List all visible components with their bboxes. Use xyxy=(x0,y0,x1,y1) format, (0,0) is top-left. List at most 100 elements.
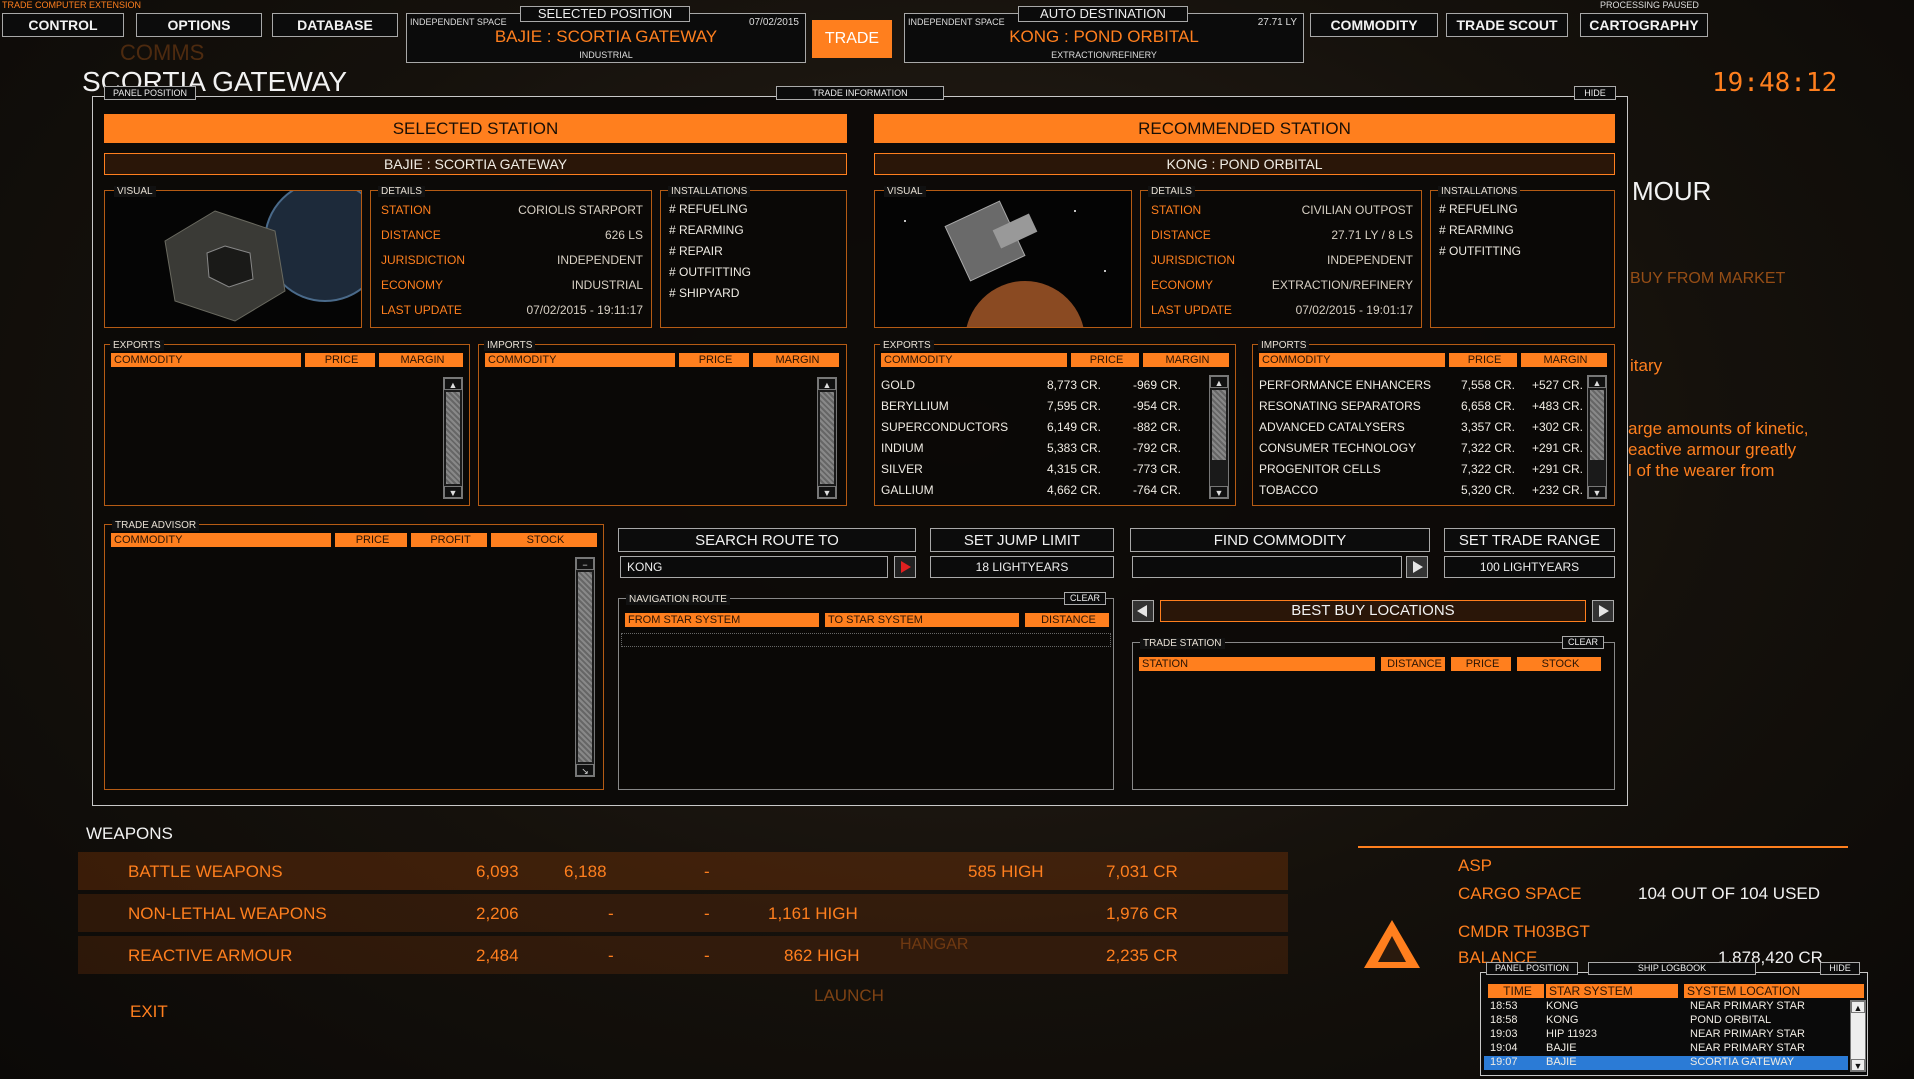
table-row[interactable]: GOLD 8,773 CR. -969 CR. xyxy=(881,375,1181,395)
exit-button[interactable]: EXIT xyxy=(130,1002,168,1022)
scroll-up-icon[interactable]: ▲ xyxy=(444,378,462,390)
selected-visual xyxy=(104,180,386,328)
col-price[interactable]: PRICE xyxy=(305,353,375,367)
log-row[interactable]: 19:03 HIP 11923 NEAR PRIMARY STAR xyxy=(1484,1028,1848,1042)
scroll-up-icon[interactable]: ▲ xyxy=(1210,376,1228,388)
find-commodity-button[interactable]: FIND COMMODITY xyxy=(1130,528,1430,552)
col-margin[interactable]: MARGIN xyxy=(753,353,839,367)
scroll-up-icon[interactable]: ▲ xyxy=(818,378,836,390)
nav-clear-button[interactable]: CLEAR xyxy=(1064,592,1106,605)
col-price[interactable]: PRICE xyxy=(1451,657,1511,671)
col-commodity[interactable]: COMMODITY xyxy=(111,533,331,547)
table-row[interactable]: GALLIUM 4,662 CR. -764 CR. xyxy=(881,480,1181,500)
trade-range-input[interactable]: 100 LIGHTYEARS xyxy=(1444,556,1615,578)
best-clear-button[interactable]: CLEAR xyxy=(1562,636,1604,649)
weapons-row[interactable]: REACTIVE ARMOUR 2,484 - - 862 HIGH 2,235… xyxy=(78,936,1288,974)
search-route-input[interactable]: KONG xyxy=(620,556,888,578)
col-price[interactable]: PRICE xyxy=(679,353,749,367)
launch-button[interactable]: LAUNCH xyxy=(814,986,884,1006)
col-profit[interactable]: PROFIT xyxy=(411,533,487,547)
col-commodity[interactable]: COMMODITY xyxy=(1259,353,1445,367)
scroll-up-icon[interactable]: ▲ xyxy=(1588,376,1606,388)
panel-hide-button[interactable]: HIDE xyxy=(1574,86,1616,100)
scroll-down-icon[interactable]: ▼ xyxy=(1588,486,1606,498)
weapons-row[interactable]: BATTLE WEAPONS 6,093 6,188 - 585 HIGH 7,… xyxy=(78,852,1288,890)
col-time[interactable]: TIME xyxy=(1488,984,1544,998)
scrollbar[interactable]: − ↘ xyxy=(575,557,595,777)
cargo-label: CARGO SPACE xyxy=(1458,884,1582,903)
col-price[interactable]: PRICE xyxy=(1071,353,1139,367)
col-distance[interactable]: DISTANCE xyxy=(1025,613,1109,627)
set-trade-range-button[interactable]: SET TRADE RANGE xyxy=(1444,528,1615,552)
find-commodity-go-icon[interactable] xyxy=(1406,556,1428,578)
col-commodity[interactable]: COMMODITY xyxy=(881,353,1067,367)
col-star-system[interactable]: STAR SYSTEM xyxy=(1546,984,1678,998)
scroll-down-icon[interactable]: ▼ xyxy=(1851,1059,1865,1071)
col-from[interactable]: FROM STAR SYSTEM xyxy=(625,613,819,627)
col-stock[interactable]: STOCK xyxy=(1517,657,1601,671)
table-row[interactable]: PROGENITOR CELLS 7,322 CR. +291 CR. xyxy=(1259,459,1583,479)
best-buy-next-icon[interactable] xyxy=(1592,600,1614,622)
scroll-thumb[interactable] xyxy=(578,572,592,762)
col-stock[interactable]: STOCK xyxy=(491,533,597,547)
panel-position-tab[interactable]: PANEL POSITION xyxy=(104,86,196,100)
scrollbar[interactable]: ▲ ▼ xyxy=(443,377,463,499)
log-row-selected[interactable]: 19:07 BAJIE SCORTIA GATEWAY xyxy=(1484,1056,1848,1070)
table-row[interactable]: SUPERCONDUCTORS 6,149 CR. -882 CR. xyxy=(881,417,1181,437)
trade-scout-button[interactable]: TRADE SCOUT xyxy=(1446,13,1568,37)
col-price[interactable]: PRICE xyxy=(335,533,407,547)
logbook-hide-button[interactable]: HIDE xyxy=(1820,962,1860,975)
set-jump-limit-button[interactable]: SET JUMP LIMIT xyxy=(930,528,1114,552)
logbook-position-tab[interactable]: PANEL POSITION xyxy=(1486,962,1578,975)
table-row[interactable]: TOBACCO 5,320 CR. +232 CR. xyxy=(1259,480,1583,500)
log-row[interactable]: 19:04 BAJIE NEAR PRIMARY STAR xyxy=(1484,1042,1848,1056)
col-commodity[interactable]: COMMODITY xyxy=(485,353,675,367)
buy-from-market[interactable]: BUY FROM MARKET xyxy=(1630,270,1785,288)
scroll-up-icon[interactable]: ▲ xyxy=(1851,1001,1865,1013)
cartography-button[interactable]: CARTOGRAPHY xyxy=(1580,13,1708,37)
col-system-location[interactable]: SYSTEM LOCATION xyxy=(1684,984,1864,998)
scroll-down-icon[interactable]: ▼ xyxy=(818,486,836,498)
table-row[interactable]: ADVANCED CATALYSERS 3,357 CR. +302 CR. xyxy=(1259,417,1583,437)
scroll-thumb[interactable] xyxy=(1212,390,1226,460)
scroll-thumb[interactable] xyxy=(1590,390,1604,460)
jump-limit-input[interactable]: 18 LIGHTYEARS xyxy=(930,556,1114,578)
commodity-button[interactable]: COMMODITY xyxy=(1310,13,1438,37)
database-button[interactable]: DATABASE xyxy=(272,13,398,37)
scroll-up-icon[interactable]: − xyxy=(576,558,594,570)
col-margin[interactable]: MARGIN xyxy=(1521,353,1607,367)
logbook-scrollbar[interactable]: ▲ ▼ xyxy=(1850,1000,1866,1072)
best-buy-prev-icon[interactable] xyxy=(1132,600,1154,622)
col-to[interactable]: TO STAR SYSTEM xyxy=(825,613,1019,627)
log-row[interactable]: 18:53 KONG NEAR PRIMARY STAR xyxy=(1484,1000,1848,1014)
table-row[interactable]: SILVER 4,315 CR. -773 CR. xyxy=(881,459,1181,479)
scrollbar[interactable]: ▲ ▼ xyxy=(1209,375,1229,499)
search-route-button[interactable]: SEARCH ROUTE TO xyxy=(618,528,916,552)
log-row[interactable]: 18:58 KONG POND ORBITAL xyxy=(1484,1014,1848,1028)
scrollbar[interactable]: ▲ ▼ xyxy=(1587,375,1607,499)
col-station[interactable]: STATION xyxy=(1139,657,1375,671)
scrollbar[interactable]: ▲ ▼ xyxy=(817,377,837,499)
table-row[interactable]: INDIUM 5,383 CR. -792 CR. xyxy=(881,438,1181,458)
scroll-thumb[interactable] xyxy=(820,392,834,484)
control-button[interactable]: CONTROL xyxy=(2,13,124,37)
search-route-go-icon[interactable] xyxy=(894,556,916,578)
col-price[interactable]: PRICE xyxy=(1449,353,1517,367)
scroll-thumb[interactable] xyxy=(446,392,460,484)
weapons-row[interactable]: NON-LETHAL WEAPONS 2,206 - - 1,161 HIGH … xyxy=(78,894,1288,932)
scroll-down-icon[interactable]: ▼ xyxy=(1210,486,1228,498)
table-row[interactable]: BERYLLIUM 7,595 CR. -954 CR. xyxy=(881,396,1181,416)
scroll-down-icon[interactable]: ▼ xyxy=(444,486,462,498)
table-row[interactable]: PERFORMANCE ENHANCERS 7,558 CR. +527 CR. xyxy=(1259,375,1583,395)
trade-button[interactable]: TRADE xyxy=(812,20,892,58)
col-distance[interactable]: DISTANCE xyxy=(1381,657,1445,671)
col-commodity[interactable]: COMMODITY xyxy=(111,353,301,367)
hangar-button[interactable]: HANGAR xyxy=(900,936,968,954)
scroll-down-icon[interactable]: ↘ xyxy=(576,764,594,776)
col-margin[interactable]: MARGIN xyxy=(1143,353,1229,367)
options-button[interactable]: OPTIONS xyxy=(136,13,262,37)
table-row[interactable]: RESONATING SEPARATORS 6,658 CR. +483 CR. xyxy=(1259,396,1583,416)
col-margin[interactable]: MARGIN xyxy=(379,353,463,367)
table-row[interactable]: CONSUMER TECHNOLOGY 7,322 CR. +291 CR. xyxy=(1259,438,1583,458)
find-commodity-input[interactable] xyxy=(1132,556,1402,578)
